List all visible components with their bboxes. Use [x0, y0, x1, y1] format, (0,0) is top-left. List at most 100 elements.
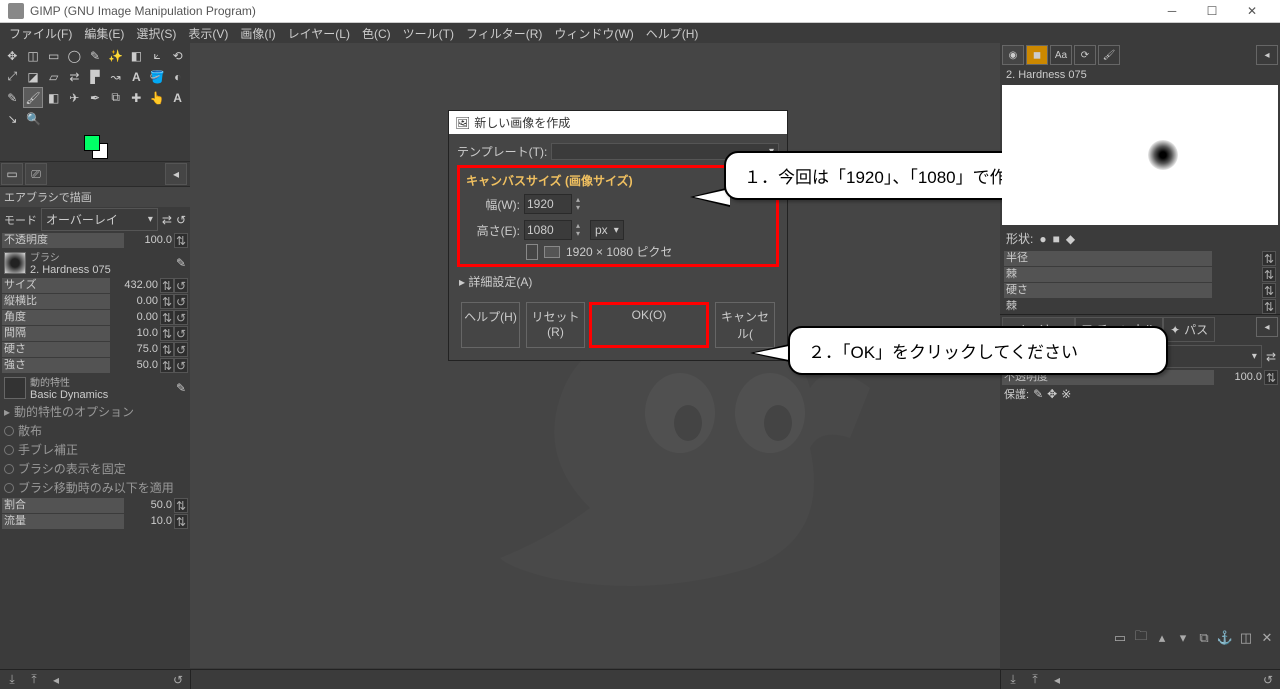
menu-filters[interactable]: フィルター(R): [461, 23, 547, 44]
shape-square[interactable]: ■: [1053, 232, 1060, 246]
scatter-checkbox[interactable]: [4, 426, 14, 436]
fonts-tab[interactable]: Aa: [1050, 45, 1072, 65]
restore-brush-icon[interactable]: ⤒: [1027, 672, 1043, 688]
menu-view[interactable]: 表示(V): [183, 23, 233, 44]
tool-move[interactable]: ✥: [2, 45, 23, 66]
paint-dynamics-tab[interactable]: 🖌: [1098, 45, 1120, 65]
landscape-icon[interactable]: [544, 246, 560, 258]
menu-edit[interactable]: 編集(E): [79, 23, 129, 44]
help-button[interactable]: ヘルプ(H): [461, 302, 520, 348]
save-options-icon[interactable]: ⤓: [4, 672, 20, 688]
new-layer-button[interactable]: ▭: [1111, 629, 1129, 647]
swap-mode-icon[interactable]: ⇄: [162, 213, 172, 227]
dock-menu-right-icon[interactable]: ◂: [1256, 45, 1278, 65]
advanced-expander[interactable]: ▸ 詳細設定(A): [457, 267, 779, 296]
layers-dock-menu-icon[interactable]: ◂: [1256, 317, 1278, 337]
tool-paintbrush[interactable]: 🖌: [23, 87, 44, 108]
layer-list[interactable]: [1002, 405, 1278, 625]
tool-flip[interactable]: ⇄: [64, 66, 85, 87]
patterns-tab[interactable]: ◼: [1026, 45, 1048, 65]
delete-layer-button[interactable]: ✕: [1258, 629, 1276, 647]
height-spinner[interactable]: ▴▾: [576, 222, 586, 238]
minimize-button[interactable]: ─: [1152, 4, 1192, 18]
brush-preview-icon[interactable]: [4, 252, 26, 274]
tool-fuzzy-select[interactable]: ✨: [105, 45, 126, 66]
tool-airbrush[interactable]: ✈: [64, 87, 85, 108]
color-swatch[interactable]: [0, 131, 190, 161]
close-button[interactable]: ✕: [1232, 4, 1272, 18]
reset-options-icon[interactable]: ↺: [170, 672, 186, 688]
tool-rect-select[interactable]: ▭: [43, 45, 64, 66]
reset-button[interactable]: リセット(R): [526, 302, 585, 348]
dock-menu-icon[interactable]: ◂: [165, 163, 187, 185]
maximize-button[interactable]: ☐: [1192, 4, 1232, 18]
mask-layer-button[interactable]: ◫: [1237, 629, 1255, 647]
menu-layer[interactable]: レイヤー(L): [283, 23, 355, 44]
width-input[interactable]: [524, 194, 572, 214]
lower-layer-button[interactable]: ▾: [1174, 629, 1192, 647]
merge-layer-button[interactable]: ⚓: [1216, 629, 1234, 647]
reset-size-icon[interactable]: ↺: [174, 278, 188, 293]
menu-select[interactable]: 選択(S): [131, 23, 181, 44]
tool-ink[interactable]: ✒: [85, 87, 106, 108]
left-brush-icon[interactable]: ◂: [1049, 672, 1065, 688]
duplicate-layer-button[interactable]: ⧉: [1195, 629, 1213, 647]
brush-edit-icon[interactable]: ✎: [176, 256, 186, 270]
menu-help[interactable]: ヘルプ(H): [641, 23, 704, 44]
tool-gradient[interactable]: ◐: [167, 66, 188, 87]
dynamics-icon[interactable]: [4, 377, 26, 399]
menu-image[interactable]: 画像(I): [235, 23, 280, 44]
tool-shear[interactable]: ◪: [23, 66, 44, 87]
lock-pixels-icon[interactable]: ✎: [1033, 387, 1043, 401]
tool-warp[interactable]: ↝: [105, 66, 126, 87]
restore-options-icon[interactable]: ⤒: [26, 672, 42, 688]
lock-brush-checkbox[interactable]: [4, 464, 14, 474]
tool-crop[interactable]: ⟀: [147, 45, 168, 66]
lock-alpha-icon[interactable]: ※: [1061, 387, 1071, 401]
tool-eraser[interactable]: ◧: [43, 87, 64, 108]
tool-bucket[interactable]: 🪣: [147, 66, 168, 87]
shape-diamond[interactable]: ◆: [1066, 232, 1075, 246]
tool-heal[interactable]: ✚: [126, 87, 147, 108]
opacity-spin[interactable]: ⇅: [174, 233, 188, 248]
dynamics-edit-icon[interactable]: ✎: [176, 381, 186, 395]
shape-circle[interactable]: ●: [1039, 232, 1046, 246]
tool-pencil[interactable]: ✎: [2, 87, 23, 108]
lock-position-icon[interactable]: ✥: [1047, 387, 1057, 401]
tool-smudge[interactable]: 👆: [147, 87, 168, 108]
foreground-color[interactable]: [84, 135, 100, 151]
tool-ellipse-select[interactable]: ◯: [64, 45, 85, 66]
menu-file[interactable]: ファイル(F): [4, 23, 77, 44]
ok-button[interactable]: OK(O): [589, 302, 709, 348]
menu-tools[interactable]: ツール(T): [398, 23, 459, 44]
history-tab[interactable]: ⟳: [1074, 45, 1096, 65]
paths-tab[interactable]: ✦パス: [1163, 317, 1215, 342]
save-brush-icon[interactable]: ⤓: [1005, 672, 1021, 688]
mode-dropdown[interactable]: オーバーレイ▾: [41, 208, 158, 231]
tool-by-color[interactable]: ◧: [126, 45, 147, 66]
tool-perspective[interactable]: ▱: [43, 66, 64, 87]
brushes-tab[interactable]: ◉: [1002, 45, 1024, 65]
tool-cage[interactable]: ▛: [85, 66, 106, 87]
delete-options-icon[interactable]: ◂: [48, 672, 64, 688]
menu-colors[interactable]: 色(C): [357, 23, 396, 44]
tool-options-tab[interactable]: ▭: [1, 163, 23, 185]
raise-layer-button[interactable]: ▴: [1153, 629, 1171, 647]
dialog-titlebar[interactable]: 🖼 新しい画像を作成: [449, 111, 787, 134]
tool-scale[interactable]: ⤢: [2, 66, 23, 87]
extra-slider[interactable]: 棘: [1004, 299, 1212, 314]
device-status-tab[interactable]: ⎚: [25, 163, 47, 185]
reset-mode-icon[interactable]: ↺: [176, 213, 186, 227]
brush-move-checkbox[interactable]: [4, 483, 14, 493]
reset-brush-icon[interactable]: ↺: [1260, 672, 1276, 688]
cancel-button[interactable]: キャンセル(: [715, 302, 775, 348]
jitter-checkbox[interactable]: [4, 445, 14, 455]
tool-text[interactable]: A: [126, 66, 147, 87]
layer-group-button[interactable]: 🗀: [1132, 629, 1150, 647]
tool-dodge[interactable]: A: [167, 87, 188, 108]
portrait-icon[interactable]: [526, 244, 538, 260]
menu-windows[interactable]: ウィンドウ(W): [549, 23, 638, 44]
tool-align[interactable]: ◫: [23, 45, 44, 66]
width-spinner[interactable]: ▴▾: [576, 196, 586, 212]
unit-dropdown[interactable]: px▾: [590, 220, 624, 240]
